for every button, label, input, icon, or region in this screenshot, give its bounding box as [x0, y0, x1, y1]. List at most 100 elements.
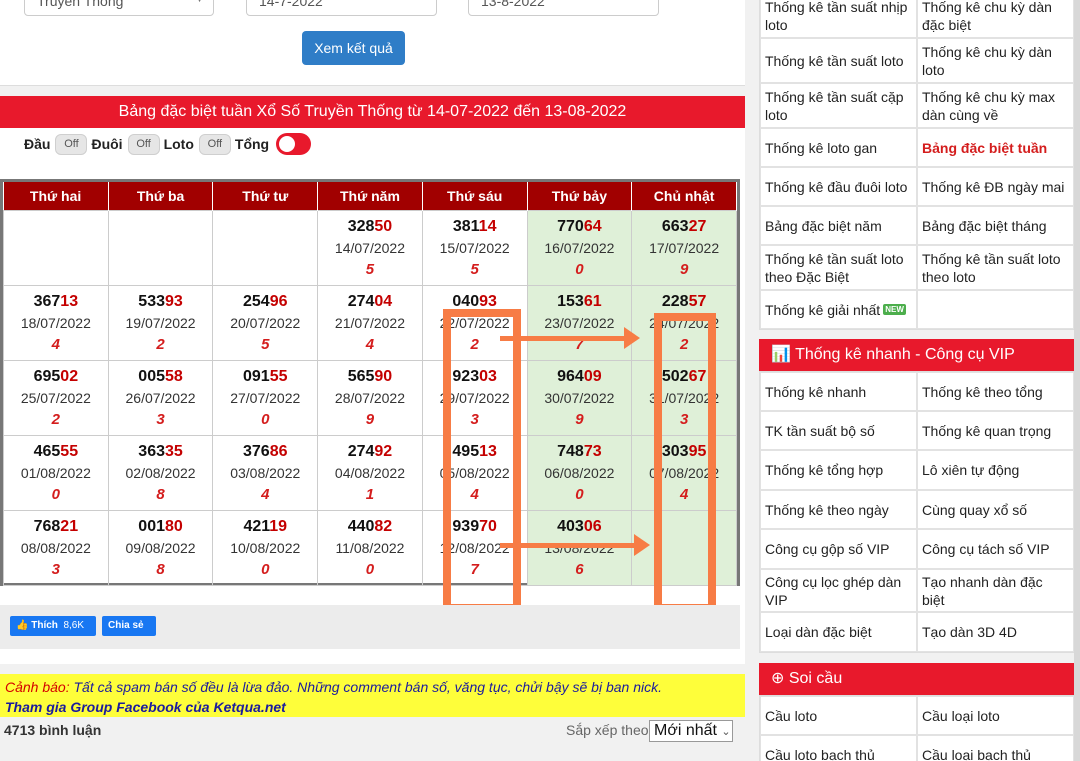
toggle-total[interactable] — [276, 133, 312, 155]
toggle-tail[interactable]: Off — [127, 133, 160, 155]
sidebar-link[interactable]: Thống kê tần suất loto theo loto — [917, 245, 1074, 290]
day-cell: 44082 11/08/2022 0 — [317, 509, 423, 586]
main-column: Truyền Thống ▼ 14-7-2022 13-8-2022 Xem k… — [0, 0, 745, 761]
special-number: 37686 — [213, 442, 317, 462]
sidebar-link[interactable]: Thống kê loto gan — [760, 128, 917, 167]
draw-date: 01/08/2022 — [20, 464, 91, 481]
new-badge: NEW — [883, 304, 906, 315]
sidebar-link[interactable]: Công cụ lọc ghép dàn VIP — [760, 569, 917, 612]
from-date-input[interactable]: 14-7-2022 — [246, 0, 437, 16]
sidebar-link[interactable]: Thống kê theo ngày — [760, 490, 917, 529]
quick-grid: Thống kê nhanh Thống kê theo tổng TK tần s… — [760, 372, 1074, 652]
sidebar-link-label: Công cụ tách số VIP — [922, 541, 1050, 557]
stats-grid: Thống kê tần suất nhịp loto Thống kê chu … — [760, 0, 1074, 329]
special-number: 32850 — [318, 217, 422, 237]
sidebar-link[interactable]: Thống kê chu kỳ dàn loto — [917, 38, 1074, 83]
day-cell: 27404 21/07/2022 4 — [317, 284, 423, 361]
digit-total: 2 — [156, 335, 165, 353]
sidebar-link[interactable]: Bảng đặc biệt tháng — [917, 206, 1074, 245]
special-number: 36335 — [109, 442, 213, 462]
sidebar-link[interactable]: Thống kê tần suất loto theo Đặc Biệt — [760, 245, 917, 290]
sidebar-link[interactable]: Thống kê tần suất nhịp loto — [760, 0, 917, 38]
number-head: 254 — [243, 292, 270, 310]
table-row: 32850 14/07/2022 5 38114 15/07/2022 5 77064 16/… — [3, 209, 737, 286]
lottery-type-select[interactable]: Truyền Thống ▼ — [24, 0, 214, 16]
draw-date: 02/08/2022 — [125, 464, 196, 481]
sidebar-link[interactable]: Cầu loto bạch thủ — [760, 735, 917, 761]
sidebar-link[interactable]: Bảng đặc biệt năm — [760, 206, 917, 245]
sidebar-link[interactable]: Lô xiên tự động — [917, 450, 1074, 490]
sidebar-link[interactable]: Thống kê đầu đuôi loto — [760, 167, 917, 206]
sidebar-link-label: Thống kê tổng hợp — [765, 462, 884, 478]
number-tail: 93 — [479, 292, 497, 310]
sidebar-link-label: Cầu loto — [765, 707, 818, 724]
day-cell: 69502 25/07/2022 2 — [3, 359, 109, 436]
sidebar-link[interactable]: Thống kê nhanh — [760, 372, 917, 411]
special-number: 53393 — [109, 292, 213, 312]
like-label: Thích — [31, 620, 58, 631]
toggle-knob — [279, 136, 296, 152]
number-tail: 19 — [269, 517, 288, 535]
view-results-button[interactable]: Xem kết quả — [302, 31, 405, 65]
to-date-input[interactable]: 13-8-2022 — [468, 0, 659, 16]
sidebar-link[interactable]: Cùng quay xổ số — [917, 490, 1074, 529]
sidebar-link[interactable]: Bảng đặc biệt tuần — [917, 128, 1074, 167]
day-cell: 66327 17/07/2022 9 — [631, 209, 737, 286]
sidebar-link[interactable]: Thống kê theo tổng — [917, 372, 1074, 411]
sidebar-link[interactable]: Tạo nhanh dàn đặc biệt — [917, 569, 1074, 612]
day-cell — [107, 209, 214, 286]
day-cell: 74873 06/08/2022 0 — [526, 434, 633, 511]
scrollbar[interactable] — [1074, 0, 1080, 761]
sidebar-link[interactable]: TK tần suất bộ số — [760, 411, 917, 450]
draw-date: 26/07/2022 — [125, 389, 196, 406]
sidebar-link[interactable]: Thống kê giải nhất NEW — [760, 290, 917, 329]
day-header: Thứ ba — [108, 182, 214, 210]
number-tail: 09 — [583, 367, 602, 385]
sort-select[interactable]: Mới nhất ⌄ — [649, 720, 733, 742]
sidebar-link[interactable]: Loại dàn đặc biệt — [760, 612, 917, 652]
day-header: Thứ năm — [317, 182, 423, 210]
like-button[interactable]: 👍 Thích 8,6K — [10, 616, 96, 636]
number-head: 768 — [33, 517, 61, 535]
toggle-head-label: Đầu — [24, 136, 51, 152]
day-header: Chủ nhật — [631, 182, 737, 210]
day-cell: 77064 16/07/2022 0 — [526, 209, 633, 286]
day-cell: 32850 14/07/2022 5 — [317, 209, 423, 286]
sidebar-link-label: Tạo dàn 3D 4D — [922, 624, 1017, 640]
sidebar-link[interactable]: Công cụ gộp số VIP — [760, 529, 917, 569]
share-button[interactable]: Chia sẻ — [102, 616, 156, 636]
filter-card: Truyền Thống ▼ 14-7-2022 13-8-2022 Xem k… — [0, 0, 745, 86]
digit-total: 1 — [365, 485, 375, 503]
number-head: 367 — [33, 292, 61, 310]
sidebar-link[interactable]: Thống kê tổng hợp — [760, 450, 917, 490]
draw-date: 28/07/2022 — [334, 389, 405, 406]
sidebar-link[interactable]: Thống kê ĐB ngày mai — [917, 167, 1074, 206]
day-cell: 27492 04/08/2022 1 — [317, 434, 423, 511]
sidebar-link-label: Thống kê tần suất loto — [765, 52, 904, 69]
toggle-loto[interactable]: Off — [198, 133, 231, 155]
sidebar-link[interactable]: Thống kê chu kỳ dàn đặc biệt — [917, 0, 1074, 38]
sidebar-link[interactable]: Thống kê quan trọng — [917, 411, 1074, 450]
special-number: 27404 — [318, 292, 422, 312]
number-head: 421 — [243, 517, 270, 535]
sidebar-link[interactable]: Cầu loại loto — [917, 696, 1074, 735]
weekly-special-table: Thứ hai Thứ ba Thứ tư Thứ năm Thứ sáu Thứ bảy… — [0, 179, 740, 586]
sidebar-link[interactable]: Cầu loto — [760, 696, 917, 735]
display-toggles: Đầu Off Đuôi Off Loto Off Tổng — [24, 133, 312, 155]
sidebar-link[interactable]: Thống kê tần suất cặp loto — [760, 83, 917, 128]
draw-date: 17/07/2022 — [649, 239, 720, 256]
day-cell: 15361 23/07/2022 7 — [526, 284, 633, 361]
sidebar-link[interactable]: Thống kê tần suất loto — [760, 38, 917, 83]
facebook-group-link[interactable]: Tham gia Group Facebook của Ketqua.net — [5, 697, 745, 717]
sidebar-link[interactable]: Tạo dàn 3D 4D — [917, 612, 1074, 652]
sidebar-link[interactable]: Thống kê chu kỳ max dàn cùng về — [917, 83, 1074, 128]
sidebar-link — [917, 290, 1074, 329]
sidebar-link[interactable]: Cầu loại bạch thủ — [917, 735, 1074, 761]
sidebar-link-label: Thống kê theo tổng — [922, 383, 1043, 400]
sidebar-link[interactable]: Công cụ tách số VIP — [917, 529, 1074, 569]
special-number: 36713 — [4, 292, 108, 312]
toggle-head[interactable]: Off — [55, 133, 88, 155]
day-cell: 37686 03/08/2022 4 — [212, 434, 319, 511]
draw-date: 04/08/2022 — [334, 464, 405, 481]
number-tail: 82 — [374, 517, 393, 535]
